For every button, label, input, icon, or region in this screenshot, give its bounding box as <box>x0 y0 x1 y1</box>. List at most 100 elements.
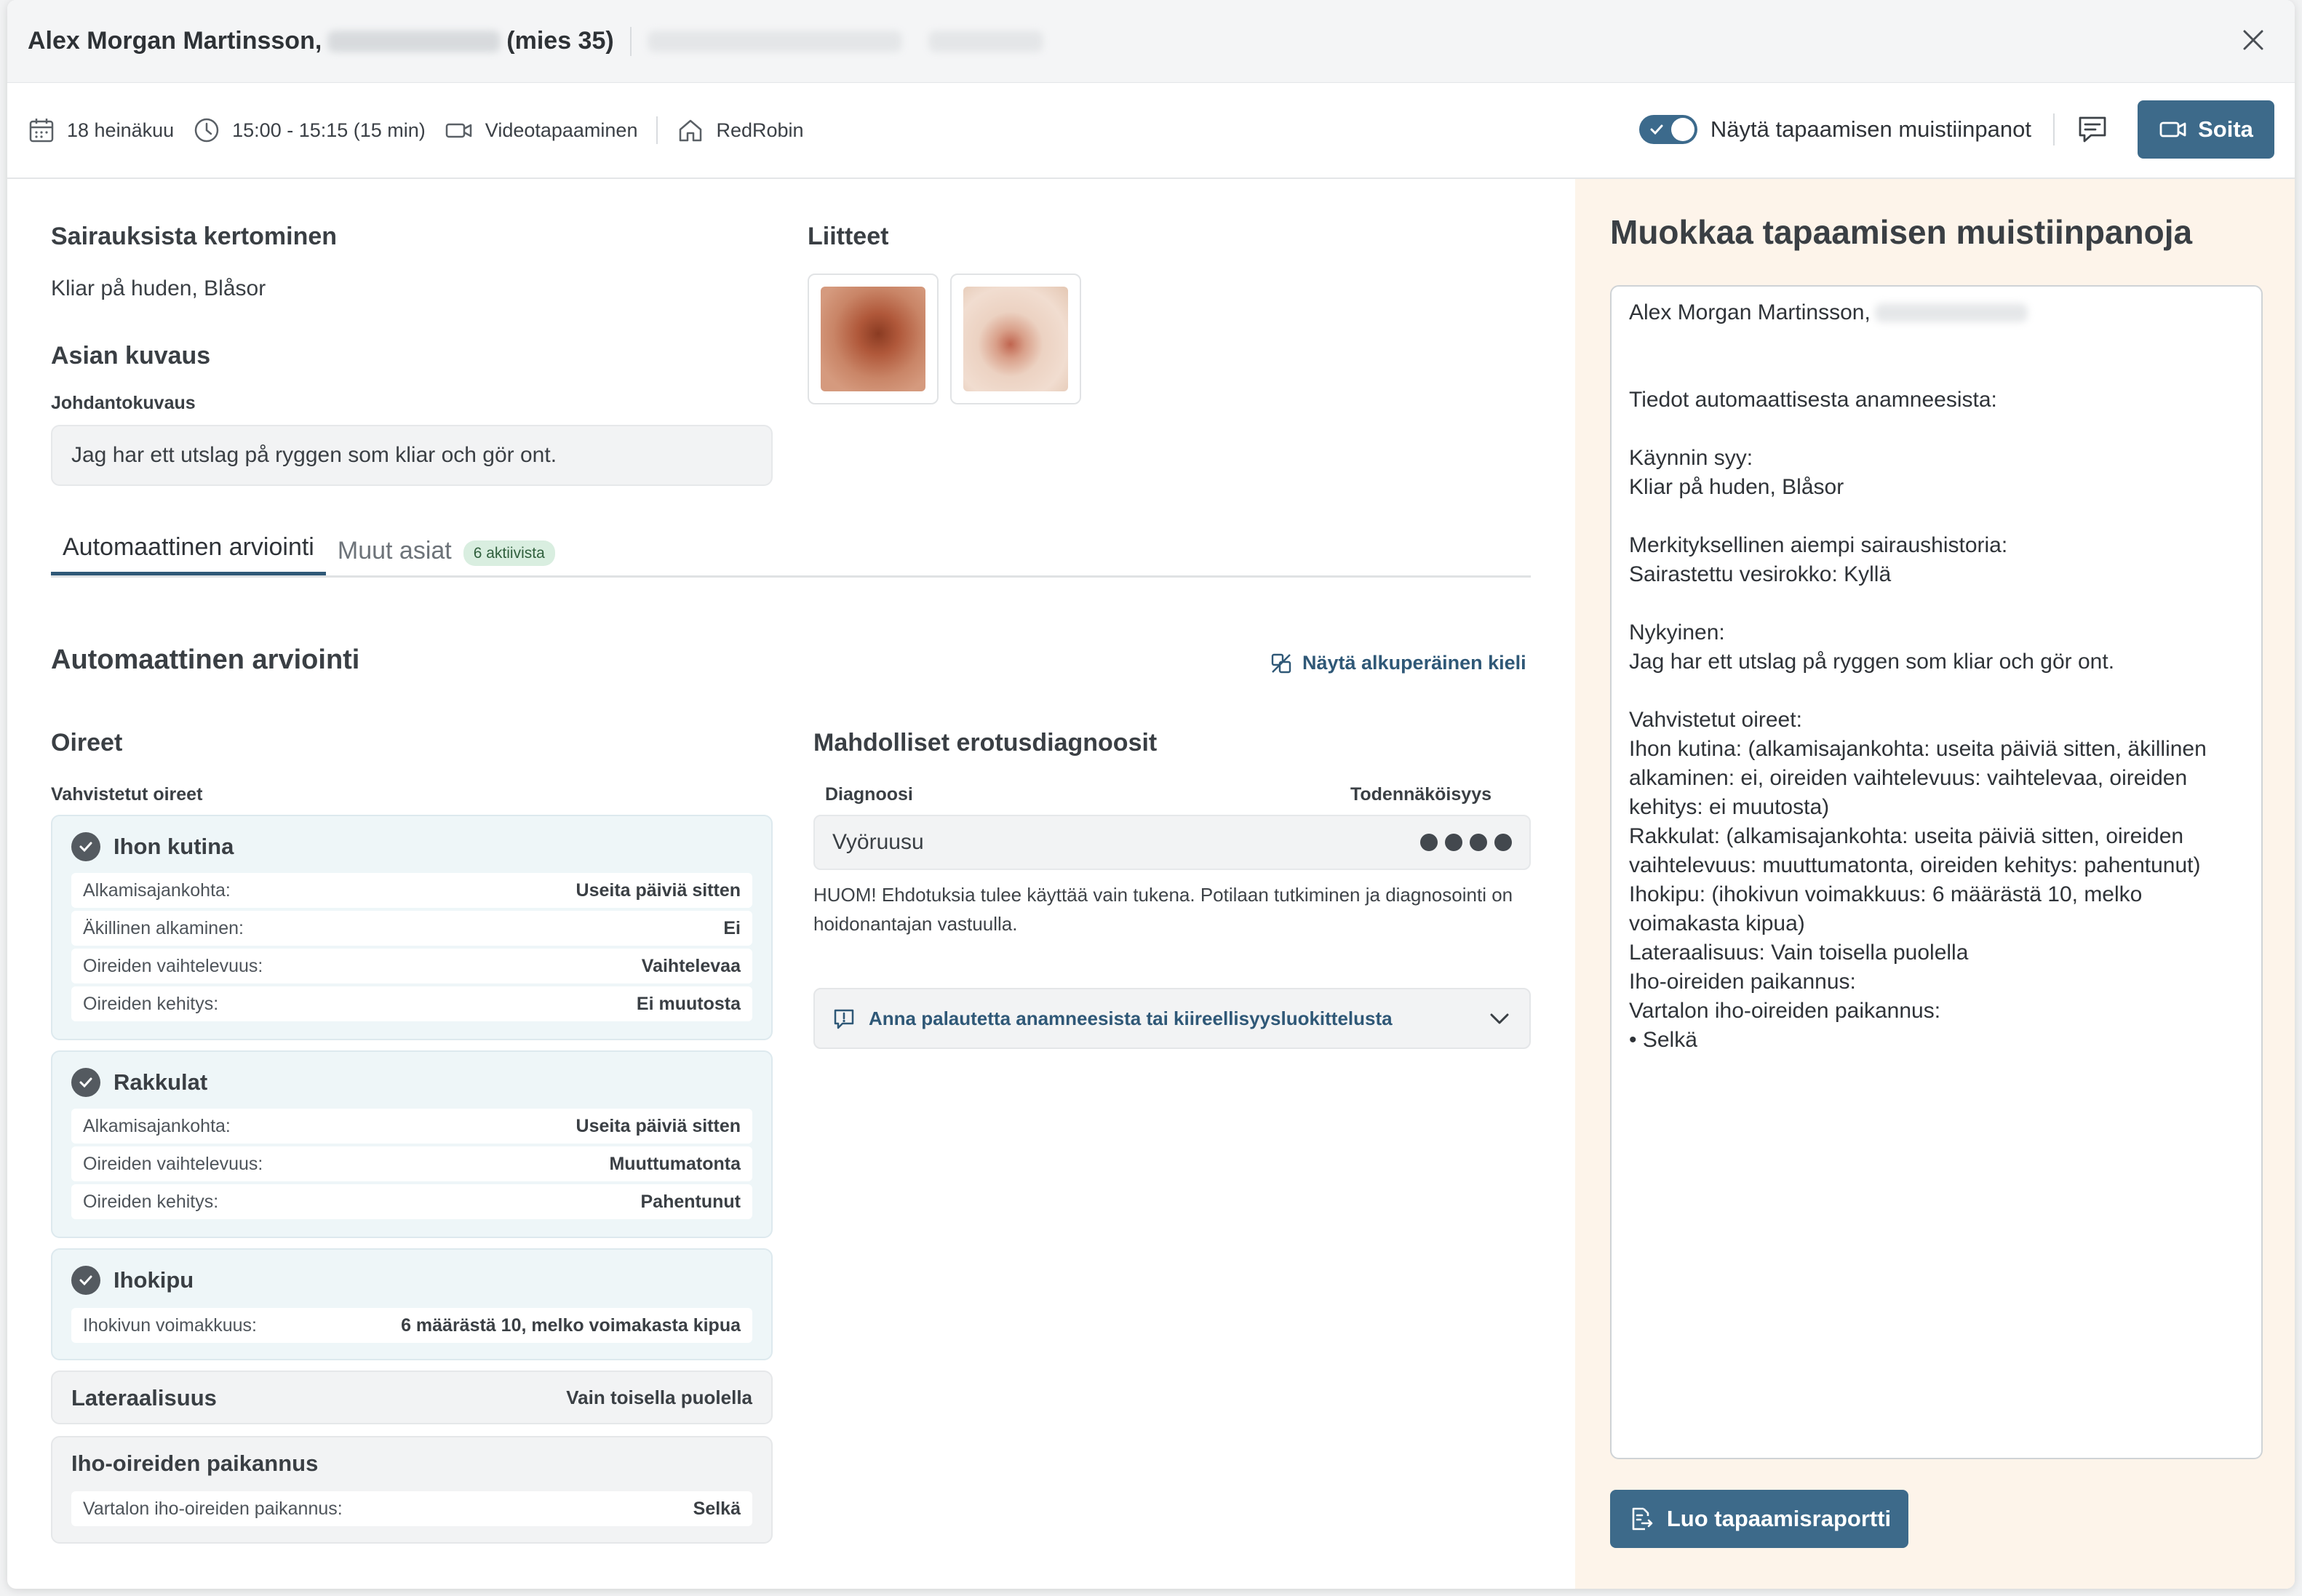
appointment-window: Alex Morgan Martinsson, (mies 35) 18 hei… <box>7 0 2295 1589</box>
symptom-detail-row: Ihokivun voimakkuus: 6 määrästä 10, melko… <box>71 1308 752 1343</box>
actions-divider <box>2053 113 2055 145</box>
diagnosis-row: Vyöruusu <box>813 815 1531 870</box>
assessment-title: Automaattinen arviointi <box>51 645 360 675</box>
notes-patient-name: Alex Morgan Martinsson, <box>1629 300 1871 324</box>
detail-value: Vaihtelevaa <box>641 955 741 976</box>
translate-icon <box>1271 653 1291 673</box>
meta-location: RedRobin <box>677 116 804 144</box>
export-document-icon <box>1632 1507 1653 1531</box>
meta-actions: Näytä tapaamisen muistiinpanot Soita <box>1638 100 2274 159</box>
notes-body: Tiedot automaattisesta anamneesista: Käy… <box>1629 388 2207 1052</box>
meta-divider <box>656 116 658 144</box>
laterality-card: Lateraalisuus Vain toisella puolella <box>51 1370 773 1424</box>
call-button-label: Soita <box>2198 116 2253 142</box>
chat-button[interactable] <box>2076 113 2108 145</box>
feedback-label: Anna palautetta anamneesista tai kiireel… <box>869 1007 1393 1029</box>
laterality-value: Vain toisella puolella <box>566 1386 752 1408</box>
notes-panel: Muokkaa tapaamisen muistiinpanoja Alex M… <box>1575 179 2295 1589</box>
check-circle-icon <box>71 1266 100 1295</box>
home-icon <box>680 119 702 142</box>
diagnosis-column-header: Diagnoosi <box>825 784 913 805</box>
tab-other-matters[interactable]: Muut asiat <box>326 537 463 575</box>
reason-title: Sairauksista kertominen <box>51 223 338 250</box>
attachment-image-1 <box>821 287 925 391</box>
patient-id-redacted <box>327 30 501 52</box>
detail-value: Useita päiviä sitten <box>576 879 741 901</box>
check-icon <box>1650 124 1663 135</box>
detail-value: Muuttumatonta <box>609 1153 741 1174</box>
notes-patient-id-redacted <box>1874 303 2028 322</box>
detail-key: Alkamisajankohta: <box>83 1115 231 1136</box>
meta-location-text: RedRobin <box>716 119 804 141</box>
chat-icon <box>2079 116 2106 143</box>
check-circle-icon <box>71 832 100 861</box>
detail-key: Oireiden kehitys: <box>83 1191 219 1212</box>
meta-time: 15:00 - 15:15 (15 min) <box>193 116 426 144</box>
title-bar: Alex Morgan Martinsson, (mies 35) <box>7 0 2295 83</box>
symptom-detail-row: Oireiden vaihtelevuus: Vaihtelevaa <box>71 949 752 983</box>
symptom-detail-row: Oireiden kehitys: Ei muutosta <box>71 986 752 1021</box>
create-report-label: Luo tapaamisraportti <box>1666 1506 1892 1531</box>
call-button[interactable]: Soita <box>2138 100 2274 159</box>
symptom-title: Ihokipu <box>71 1266 194 1295</box>
differential-title: Mahdolliset erotusdiagnoosit <box>813 729 1158 757</box>
symptom-name: Ihokipu <box>113 1267 194 1293</box>
detail-key: Äkillinen alkaminen: <box>83 917 244 938</box>
attachment-thumbnail-1[interactable] <box>808 274 939 404</box>
notes-toggle[interactable] <box>1638 115 1697 144</box>
detail-value: Ei muutosta <box>636 993 741 1014</box>
detail-value: Useita päiviä sitten <box>576 1115 741 1136</box>
video-camera-icon <box>2159 121 2186 137</box>
location-detail-row: Vartalon iho-oireiden paikannus: Selkä <box>71 1491 752 1526</box>
patient-age: (mies 35) <box>506 27 614 55</box>
detail-key: Oireiden kehitys: <box>83 993 219 1014</box>
meta-type-text: Videotapaaminen <box>485 119 638 141</box>
symptom-card-blisters: Rakkulat Alkamisajankohta: Useita päiviä … <box>51 1050 773 1238</box>
intro-label: Johdantokuvaus <box>51 393 196 413</box>
assessment-tabs: Automaattinen arviointi Muut asiat 6 akt… <box>51 533 1531 578</box>
probability-dots <box>1420 834 1512 851</box>
symptom-detail-row: Alkamisajankohta: Useita päiviä sitten <box>71 873 752 908</box>
patient-name: Alex Morgan Martinsson, <box>28 27 322 55</box>
detail-key: Oireiden vaihtelevuus: <box>83 1153 263 1174</box>
notes-title: Muokkaa tapaamisen muistiinpanoja <box>1610 213 2193 251</box>
video-camera-icon <box>445 123 472 138</box>
appointment-meta-bar: 18 heinäkuu 15:00 - 15:15 (15 min) Video… <box>7 83 2295 179</box>
create-report-button[interactable]: Luo tapaamisraportti <box>1610 1490 1908 1548</box>
description-title: Asian kuvaus <box>51 342 211 370</box>
detail-value: Ei <box>723 917 741 938</box>
intro-text-box: Jag har ett utslag på ryggen som kliar o… <box>51 425 773 486</box>
laterality-title: Lateraalisuus <box>71 1385 217 1411</box>
symptoms-title: Oireet <box>51 729 123 757</box>
toggle-knob <box>1670 118 1694 141</box>
detail-value: Pahentunut <box>640 1191 741 1212</box>
diagnosis-name: Vyöruusu <box>832 830 924 854</box>
diagnosis-disclaimer: HUOM! Ehdotuksia tulee käyttää vain tuke… <box>813 884 1513 935</box>
symptom-card-skin-pain: Ihokipu Ihokivun voimakkuus: 6 määrästä 1… <box>51 1248 773 1360</box>
attachment-thumbnail-2[interactable] <box>950 274 1081 404</box>
show-original-language-link[interactable]: Näytä alkuperäinen kieli <box>1270 652 1526 674</box>
calendar-icon <box>29 119 54 143</box>
detail-value: 6 määrästä 10, melko voimakasta kipua <box>401 1314 741 1336</box>
notes-toggle-label: Näytä tapaamisen muistiinpanot <box>1710 116 2031 142</box>
symptom-detail-row: Oireiden kehitys: Pahentunut <box>71 1184 752 1219</box>
feedback-icon <box>834 1009 854 1029</box>
reason-value: Kliar på huden, Blåsor <box>51 276 266 300</box>
feedback-expander[interactable]: Anna palautetta anamneesista tai kiireel… <box>813 988 1531 1049</box>
patient-email-redacted <box>647 30 902 52</box>
tab-automatic-assessment[interactable]: Automaattinen arviointi <box>51 533 326 575</box>
symptom-title: Rakkulat <box>71 1068 207 1097</box>
detail-value: Selkä <box>693 1498 741 1519</box>
detail-key: Alkamisajankohta: <box>83 879 231 901</box>
patient-phone-redacted <box>928 30 1043 52</box>
notes-textarea[interactable]: Alex Morgan Martinsson, Tiedot automaatt… <box>1610 285 2263 1459</box>
symptom-card-itch: Ihon kutina Alkamisajankohta: Useita päiv… <box>51 815 773 1040</box>
main-content: Sairauksista kertominen Kliar på huden, … <box>7 179 1575 1589</box>
symptom-detail-row: Äkillinen alkaminen: Ei <box>71 911 752 946</box>
close-icon[interactable] <box>2234 20 2273 60</box>
detail-key: Oireiden vaihtelevuus: <box>83 955 263 976</box>
probability-column-header: Todennäköisyys <box>1350 784 1491 805</box>
meta-date-text: 18 heinäkuu <box>67 119 175 141</box>
meta-date: 18 heinäkuu <box>28 116 174 144</box>
meta-type: Videotapaaminen <box>445 116 638 144</box>
